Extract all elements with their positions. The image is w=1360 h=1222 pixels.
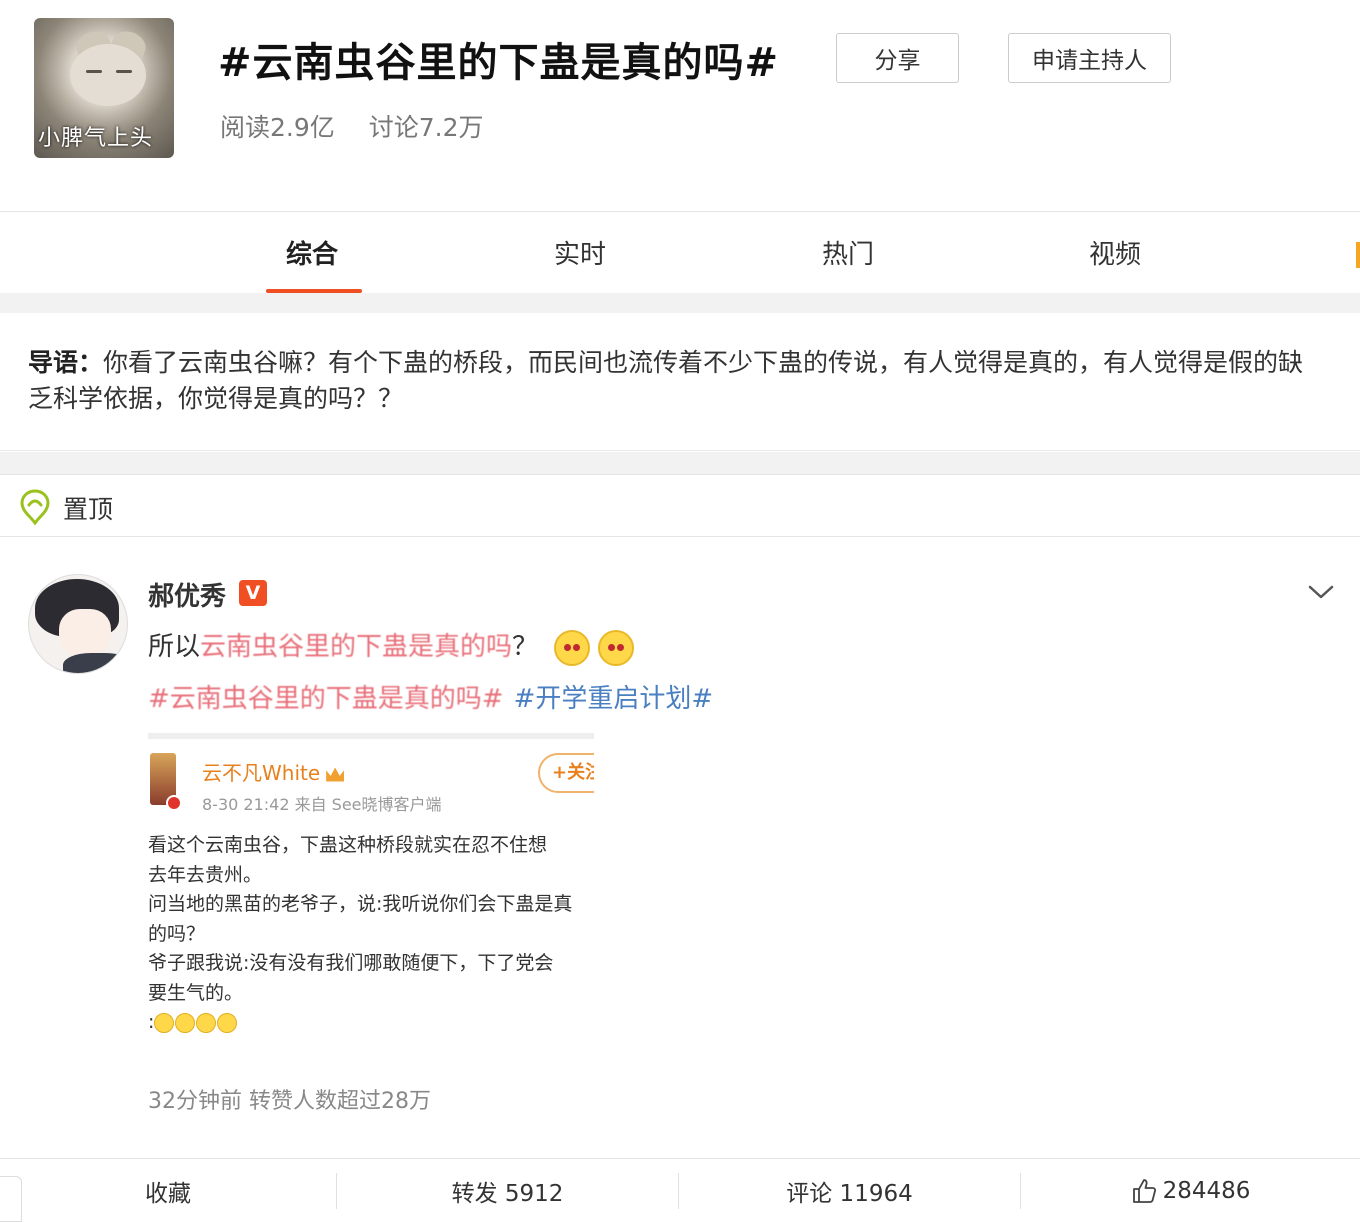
repost-button[interactable]: 转发 5912 <box>337 1159 678 1222</box>
comment-label: 评论 11964 <box>786 1181 913 1207</box>
post-text-prefix: 所以 <box>148 632 201 662</box>
share-button[interactable]: 分享 <box>836 33 959 83</box>
username[interactable]: 郝优秀 <box>148 576 226 613</box>
post-text-suffix: ？ <box>512 632 539 662</box>
embed-line: 爷子跟我说:没有没有我们哪敢随便下，下了党会 <box>148 952 554 974</box>
like-count: 284486 <box>1162 1178 1251 1204</box>
embed-username-text: 云不凡White <box>202 761 321 785</box>
section-divider <box>0 293 1360 313</box>
tab-scroll-edge <box>1356 242 1360 268</box>
embed-body: 看这个云南虫谷，下蛊这种桥段就实在忍不住想 去年去贵州。 问当地的黑苗的老爷子，… <box>148 831 594 1038</box>
embed-line: 的吗？ <box>148 922 206 945</box>
embed-divider <box>148 733 594 739</box>
embed-follow-button: +关注 <box>538 753 594 793</box>
floating-edge-tab[interactable] <box>0 1176 22 1222</box>
chevron-down-icon[interactable] <box>1308 582 1334 602</box>
cat-emoji-icon <box>598 629 635 666</box>
cat-emoji-icon <box>554 629 591 666</box>
section-divider <box>0 452 1360 474</box>
repost-label: 转发 5912 <box>451 1181 564 1207</box>
emoji-icon <box>217 1012 238 1033</box>
verified-badge: V <box>239 580 267 606</box>
emoji-icon <box>175 1012 196 1033</box>
weibo-post: 郝优秀 V 所以云南虫谷里的下蛊是真的吗？ #云南虫谷里的下蛊是真的吗# #开学重… <box>0 538 1360 1158</box>
pin-icon <box>20 489 50 525</box>
tab-hot[interactable]: 热门 <box>822 234 874 271</box>
comment-button[interactable]: 评论 11964 <box>679 1159 1020 1222</box>
topic-title: #云南虫谷里的下蛊是真的吗# <box>218 40 780 86</box>
intro-label: 导语： <box>28 348 104 377</box>
emoji-icon <box>154 1012 175 1033</box>
verified-icon <box>166 795 182 811</box>
cat-eye <box>116 70 132 73</box>
emoji-icon <box>196 1012 217 1033</box>
tab-overview[interactable]: 综合 <box>286 234 338 271</box>
intro-text: 导语：你看了云南虫谷嘛？有个下蛊的桥段，而民间也流传着不少下蛊的传说，有人觉得是… <box>28 345 1328 417</box>
hashtag-link[interactable]: #云南虫谷里的下蛊是真的吗# <box>148 684 504 714</box>
intro-body: 你看了云南虫谷嘛？有个下蛊的桥段，而民间也流传着不少下蛊的传说，有人觉得是真的，… <box>28 348 1304 413</box>
crown-icon <box>326 767 345 782</box>
topic-link[interactable]: 云南虫谷里的下蛊是真的吗 <box>200 632 512 662</box>
cat-eye <box>86 70 102 73</box>
pinned-label: 置顶 <box>63 495 114 524</box>
tab-video[interactable]: 视频 <box>1089 234 1141 271</box>
post-meta: 32分钟前 转赞人数超过28万 <box>148 1089 431 1114</box>
topic-avatar[interactable]: 小脾气上头 <box>34 18 174 158</box>
pinned-header: 置顶 <box>0 474 1360 537</box>
apply-host-button[interactable]: 申请主持人 <box>1008 33 1171 83</box>
embed-line: 要生气的。 <box>148 981 244 1004</box>
embed-meta: 8-30 21:42 来自 See晓博客户端 <box>202 795 442 814</box>
favorite-label: 收藏 <box>145 1181 191 1207</box>
embed-line: 看这个云南虫谷，下蛊这种桥段就实在忍不住想 <box>148 834 548 856</box>
topic-intro: 导语：你看了云南虫谷嘛？有个下蛊的桥段，而民间也流传着不少下蛊的传说，有人觉得是… <box>0 313 1360 451</box>
embedded-image[interactable]: 云不凡White 8-30 21:42 来自 See晓博客户端 +关注 看这个云… <box>148 733 594 1043</box>
embed-line: 问当地的黑苗的老爷子，说:我听说你们会下蛊是真 <box>148 893 573 915</box>
tab-realtime[interactable]: 实时 <box>554 234 606 271</box>
avatar-shirt <box>63 653 127 673</box>
embed-username: 云不凡White <box>202 757 345 786</box>
post-text: 所以云南虫谷里的下蛊是真的吗？ <box>148 626 635 666</box>
hashtag-link[interactable]: #开学重启计划# <box>514 684 714 714</box>
avatar[interactable] <box>28 574 128 674</box>
tab-bar: 综合 实时 热门 视频 <box>0 211 1360 293</box>
like-button[interactable]: 284486 <box>1021 1159 1360 1222</box>
topic-header: 小脾气上头 #云南虫谷里的下蛊是真的吗# 阅读2.9亿 讨论7.2万 分享 申请… <box>0 0 1360 210</box>
avatar-face <box>59 609 111 659</box>
avatar-caption: 小脾气上头 <box>38 126 154 151</box>
hashtags: #云南虫谷里的下蛊是真的吗# #开学重启计划# <box>148 678 713 715</box>
embed-line: 去年去贵州。 <box>148 863 263 886</box>
cat-face <box>70 44 146 106</box>
discussion-count: 讨论7.2万 <box>368 113 484 142</box>
read-count: 阅读2.9亿 <box>220 113 335 142</box>
topic-stats: 阅读2.9亿 讨论7.2万 <box>220 108 509 144</box>
embed-emoji-line: : <box>148 1008 594 1038</box>
favorite-button[interactable]: 收藏 <box>0 1159 336 1222</box>
thumbs-up-icon <box>1132 1179 1156 1203</box>
action-bar: 收藏 转发 5912 评论 11964 284486 <box>0 1158 1360 1222</box>
